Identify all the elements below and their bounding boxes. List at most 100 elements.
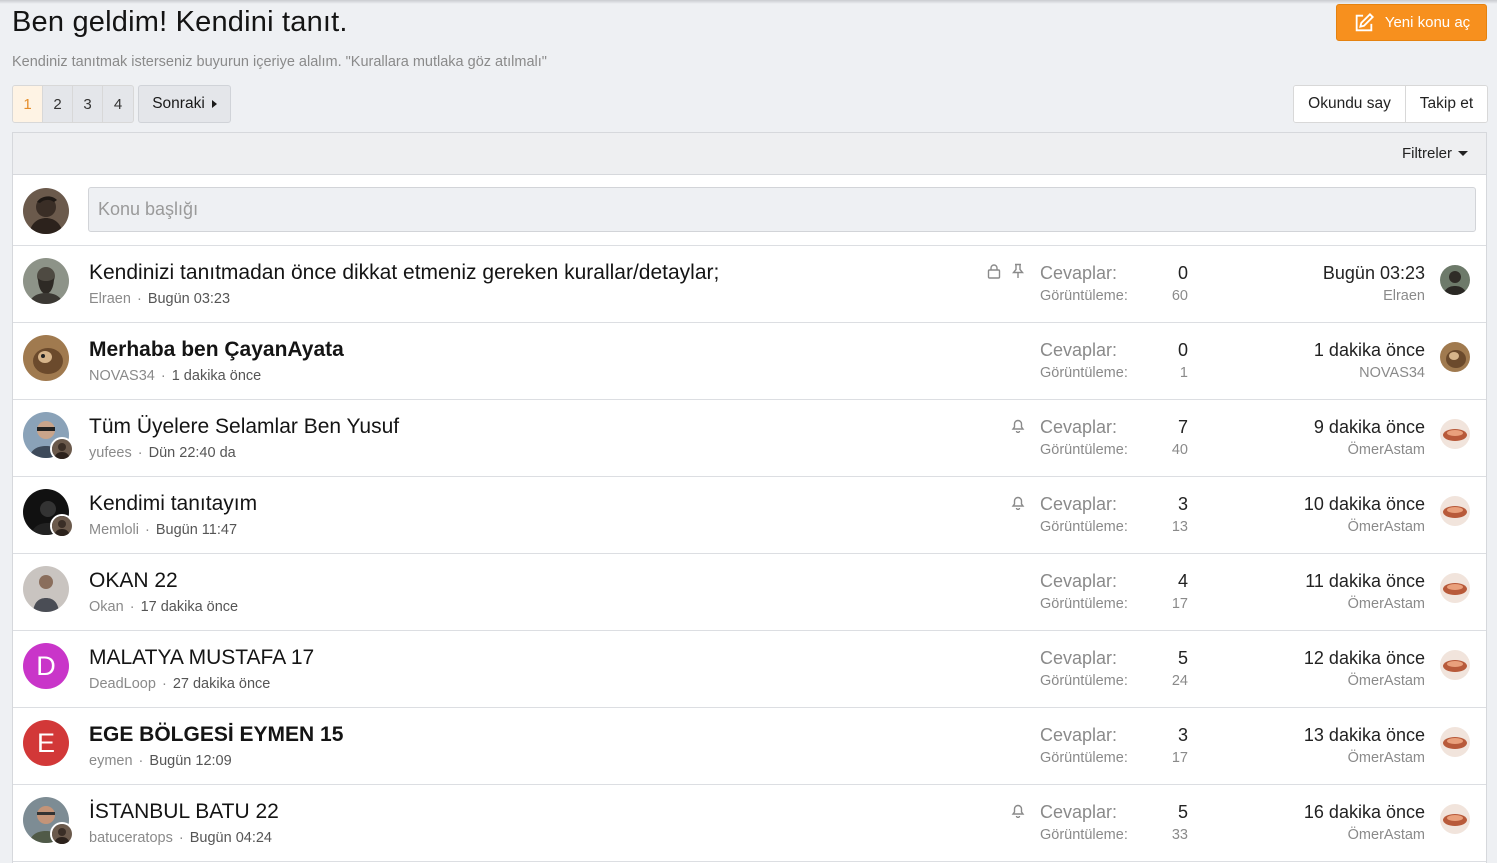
last-poster-avatar[interactable] [1440,727,1470,757]
last-poster-avatar[interactable] [1440,496,1470,526]
thread-row: İSTANBUL BATU 22 batuceratops · Bugün 04… [13,785,1486,862]
thread-author[interactable]: Okan [89,599,124,615]
views-label: Görüntüleme: [1040,365,1128,381]
thread-title[interactable]: İSTANBUL BATU 22 [89,800,279,824]
thread-title[interactable]: Tüm Üyelere Selamlar Ben Yusuf [89,415,399,439]
last-post-date[interactable]: 11 dakika önce [1305,571,1425,592]
thread-title-input[interactable] [88,187,1476,232]
replies-count: 5 [1177,802,1188,822]
top-shadow [0,0,1497,4]
forum-actions: Okundu say Takip et [1293,85,1488,123]
views-count: 17 [1171,596,1188,612]
thread-meta: batuceratops · Bugün 04:24 [89,830,272,846]
thread-date[interactable]: 17 dakika önce [141,599,239,615]
thread-meta: Memloli · Bugün 11:47 [89,522,238,538]
last-poster-avatar[interactable] [1440,265,1470,295]
page-3[interactable]: 3 [73,86,103,122]
thread-date[interactable]: Bugün 11:47 [156,522,237,538]
last-poster-mini-avatar[interactable] [50,437,74,461]
quick-thread-row [13,175,1486,246]
last-post-date[interactable]: 13 dakika önce [1304,725,1425,746]
thread-title[interactable]: Kendinizi tanıtmadan önce dikkat etmeniz… [89,261,719,285]
thread-meta: yufees · Dün 22:40 da [89,445,236,461]
replies-label: Cevaplar: [1040,340,1118,360]
views-label: Görüntüleme: [1040,442,1128,458]
last-poster-mini-avatar[interactable] [50,514,74,538]
replies-count: 0 [1177,263,1188,283]
author-avatar[interactable]: E [23,720,69,766]
filters-button[interactable]: Filtreler [1402,145,1468,162]
last-post-user[interactable]: NOVAS34 [1359,365,1425,381]
author-avatar[interactable] [23,566,69,612]
last-post-user[interactable]: Elraen [1383,288,1425,304]
thread-author[interactable]: DeadLoop [89,676,156,692]
views-count: 17 [1171,750,1188,766]
new-thread-label: Yeni konu aç [1384,14,1471,31]
author-avatar[interactable] [23,335,69,381]
last-post-date[interactable]: 9 dakika önce [1314,417,1425,438]
thread-status-icons [1010,494,1026,510]
last-post-date[interactable]: 16 dakika önce [1304,802,1425,823]
last-post-user[interactable]: ÖmerAstam [1348,750,1425,766]
last-post-date[interactable]: 1 dakika önce [1314,340,1425,361]
thread-date[interactable]: 27 dakika önce [173,676,271,692]
next-page-button[interactable]: Sonraki [138,85,231,123]
new-thread-button[interactable]: Yeni konu aç [1336,4,1487,41]
last-poster-avatar[interactable] [1440,419,1470,449]
page-1[interactable]: 1 [13,86,43,122]
thread-title[interactable]: EGE BÖLGESİ EYMEN 15 [89,723,343,747]
last-post-date[interactable]: 12 dakika önce [1304,648,1425,669]
thread-date[interactable]: 1 dakika önce [172,368,261,384]
last-post-user[interactable]: ÖmerAstam [1348,827,1425,843]
thread-title[interactable]: Kendimi tanıtayım [89,492,257,516]
thread-author[interactable]: eymen [89,753,133,769]
views-count: 24 [1171,673,1188,689]
thread-author[interactable]: Memloli [89,522,139,538]
replies-count: 3 [1177,725,1188,745]
mark-read-button[interactable]: Okundu say [1294,86,1406,122]
replies-count: 5 [1177,648,1188,668]
caret-down-icon [1458,151,1468,156]
thread-author[interactable]: Elraen [89,291,131,307]
thread-author[interactable]: yufees [89,445,132,461]
last-post-user[interactable]: ÖmerAstam [1348,442,1425,458]
replies-count: 0 [1177,340,1188,360]
replies-count: 7 [1177,417,1188,437]
thread-title[interactable]: Merhaba ben ÇayanAyata [89,338,344,362]
last-poster-mini-avatar[interactable] [50,822,74,846]
filter-bar: Filtreler [13,133,1486,175]
author-avatar[interactable]: D [23,643,69,689]
last-post-user[interactable]: ÖmerAstam [1348,519,1425,535]
last-post-user[interactable]: ÖmerAstam [1348,596,1425,612]
thread-row: E EGE BÖLGESİ EYMEN 15 eymen · Bugün 12:… [13,708,1486,785]
last-poster-avatar[interactable] [1440,342,1470,372]
views-label: Görüntüleme: [1040,673,1128,689]
replies-count: 4 [1177,571,1188,591]
last-post-user[interactable]: ÖmerAstam [1348,673,1425,689]
last-poster-avatar[interactable] [1440,573,1470,603]
thread-date[interactable]: Bugün 04:24 [190,830,272,846]
thread-title[interactable]: MALATYA MUSTAFA 17 [89,646,314,670]
last-post-date[interactable]: Bugün 03:23 [1323,263,1425,284]
thread-author[interactable]: batuceratops [89,830,173,846]
thread-status-icons [986,263,1026,279]
views-label: Görüntüleme: [1040,288,1128,304]
author-avatar[interactable] [23,258,69,304]
page-4[interactable]: 4 [103,86,133,122]
last-post-date[interactable]: 10 dakika önce [1304,494,1425,515]
replies-label: Cevaplar: [1040,802,1118,822]
thread-row: Kendimi tanıtayım Memloli · Bugün 11:47 … [13,477,1486,554]
views-label: Görüntüleme: [1040,750,1128,766]
watch-button[interactable]: Takip et [1406,86,1487,122]
thread-author[interactable]: NOVAS34 [89,368,155,384]
current-user-avatar[interactable] [23,188,69,234]
thread-date[interactable]: Dün 22:40 da [149,445,236,461]
thread-date[interactable]: Bugün 12:09 [149,753,231,769]
thread-date[interactable]: Bugün 03:23 [148,291,230,307]
forum-description: Kendiniz tanıtmak isterseniz buyurun içe… [12,54,547,70]
thread-title[interactable]: OKAN 22 [89,569,178,593]
last-poster-avatar[interactable] [1440,650,1470,680]
page-2[interactable]: 2 [43,86,73,122]
edit-icon [1355,12,1374,31]
last-poster-avatar[interactable] [1440,804,1470,834]
